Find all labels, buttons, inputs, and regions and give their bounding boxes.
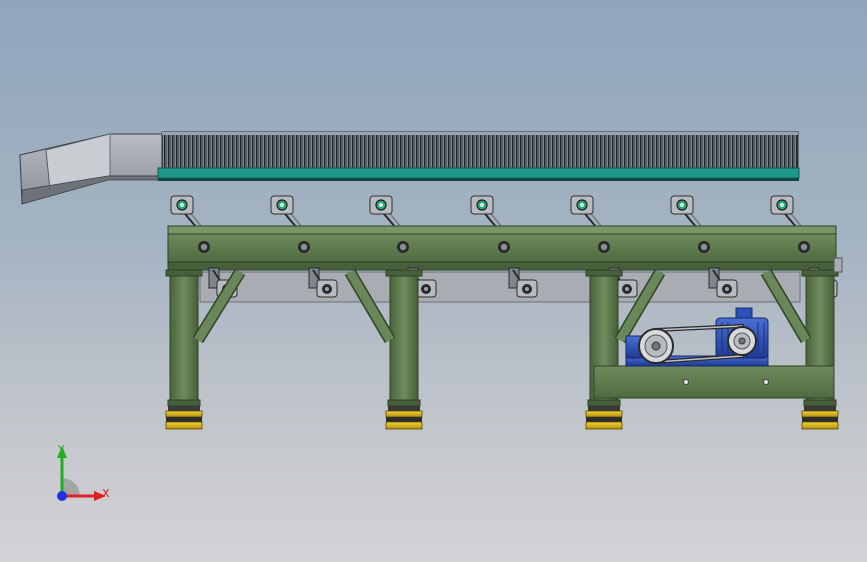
z-axis-icon [57, 491, 67, 501]
ribbed-belt [157, 131, 800, 181]
upper-roller-bearing [270, 195, 302, 229]
upper-roller-bearing [670, 195, 702, 229]
x-axis-label: X [102, 487, 110, 500]
upper-roller-row [170, 195, 802, 229]
upper-roller-bearing [570, 195, 602, 229]
upper-roller-bearing [170, 195, 202, 229]
conveyor-model[interactable] [0, 0, 867, 562]
y-axis-label: Y [57, 443, 65, 456]
leveling-foot [165, 406, 203, 430]
axis-triad: Y X [57, 443, 110, 501]
bolt-icon [298, 241, 310, 253]
bolt-icon [798, 241, 810, 253]
bolt-icon [498, 241, 510, 253]
bolt-icon [198, 241, 210, 253]
bolt-icon [397, 241, 409, 253]
upper-roller-bearing [770, 195, 802, 229]
bolt-icon [698, 241, 710, 253]
leveling-foot [385, 406, 423, 430]
leveling-foot [801, 406, 839, 430]
leveling-foot [585, 406, 623, 430]
cad-viewport[interactable]: Y X [0, 0, 867, 562]
end-cap [833, 257, 843, 273]
upper-roller-bearing [470, 195, 502, 229]
support-leg [385, 269, 423, 430]
upper-roller-bearing [369, 195, 401, 229]
support-leg [585, 269, 623, 430]
support-leg [801, 269, 839, 430]
bolt-icon [598, 241, 610, 253]
infeed-chute [19, 133, 163, 205]
support-leg [165, 269, 203, 430]
